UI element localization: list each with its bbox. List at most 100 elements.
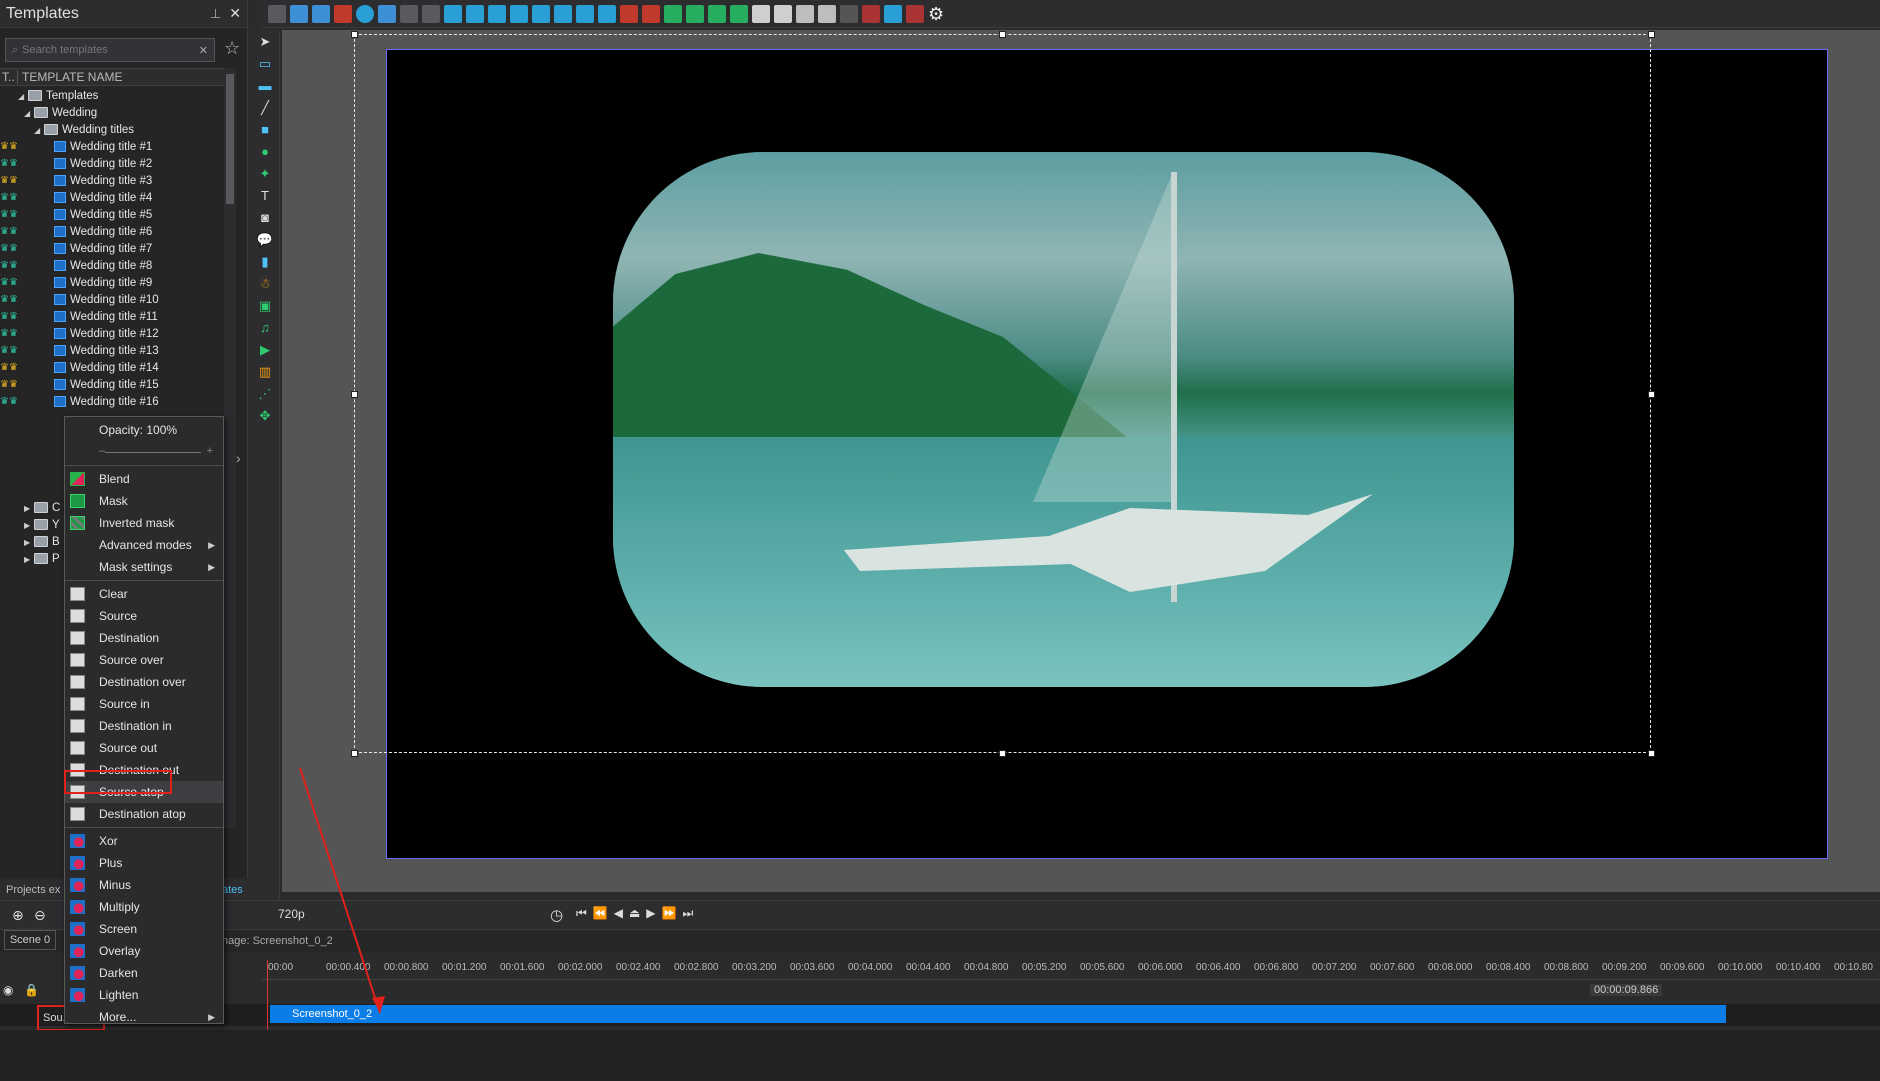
- bring-front-icon[interactable]: [708, 4, 726, 23]
- selection-box[interactable]: [354, 34, 1651, 753]
- timeline-ruler[interactable]: 00:00 00:00.400 00:00.800 00:01.200 00:01.60…: [262, 958, 1880, 980]
- close-icon[interactable]: ✕: [229, 5, 241, 22]
- menu-item-inverted-mask[interactable]: Inverted mask: [65, 512, 223, 534]
- text-tool-icon[interactable]: T: [254, 186, 276, 206]
- column-type[interactable]: T..: [0, 70, 18, 84]
- paste-icon[interactable]: [312, 4, 330, 23]
- bring-forward-icon[interactable]: [664, 4, 682, 23]
- rectangle-select-icon[interactable]: ▭: [254, 54, 276, 74]
- frame2-icon[interactable]: [818, 4, 836, 23]
- group-icon[interactable]: [752, 4, 770, 23]
- distribute-v-icon[interactable]: [598, 4, 616, 23]
- resize-handle-t[interactable]: [999, 31, 1006, 38]
- expand-icon[interactable]: ▶: [24, 517, 34, 534]
- tree-item-template[interactable]: ♛♛ Wedding title #14: [0, 360, 222, 377]
- scrollbar-thumb[interactable]: [226, 74, 234, 204]
- expand-icon[interactable]: ▶: [24, 551, 34, 568]
- menu-item-source-in[interactable]: Source in: [65, 693, 223, 715]
- speech-bubble-icon[interactable]: 💬: [254, 230, 276, 250]
- video-tool-icon[interactable]: ▶: [254, 340, 276, 360]
- timer-icon[interactable]: ◷: [550, 906, 563, 924]
- tree-item-template[interactable]: ♛♛ Wedding title #13: [0, 343, 222, 360]
- column-template-name[interactable]: TEMPLATE NAME: [18, 70, 122, 84]
- tree-item-template[interactable]: ♛♛ Wedding title #11: [0, 309, 222, 326]
- fit-icon[interactable]: [422, 4, 440, 23]
- tree-node-templates[interactable]: ◢ Templates: [0, 88, 222, 105]
- expand-icon[interactable]: ◢: [18, 88, 28, 105]
- pointer-tool-icon[interactable]: ➤: [254, 32, 276, 52]
- menu-item-mask[interactable]: Mask: [65, 490, 223, 512]
- animation-icon[interactable]: ☃: [254, 274, 276, 294]
- preview-quality-select[interactable]: 720p: [278, 907, 305, 921]
- menu-item-advanced-modes[interactable]: Advanced modes ▶: [65, 534, 223, 556]
- ellipse-tool-icon[interactable]: ●: [254, 142, 276, 162]
- undo-icon[interactable]: [378, 4, 396, 23]
- safe-area-icon[interactable]: [884, 4, 902, 23]
- copy-icon[interactable]: [290, 4, 308, 23]
- move-icon[interactable]: ✥: [254, 406, 276, 426]
- menu-item-destination-in[interactable]: Destination in: [65, 715, 223, 737]
- tree-item-template[interactable]: ♛♛ Wedding title #12: [0, 326, 222, 343]
- menu-item-screen[interactable]: Screen: [65, 918, 223, 940]
- frame-icon[interactable]: [796, 4, 814, 23]
- delete-icon[interactable]: [334, 4, 352, 23]
- pin-icon[interactable]: ⊥: [210, 6, 221, 22]
- menu-item-lighten[interactable]: Lighten: [65, 984, 223, 1006]
- stretch-icon[interactable]: [620, 4, 638, 23]
- align-top-icon[interactable]: [510, 4, 528, 23]
- fullscreen-icon[interactable]: [642, 4, 660, 23]
- favorites-star-icon[interactable]: ☆: [224, 38, 240, 59]
- menu-item-source-over[interactable]: Source over: [65, 649, 223, 671]
- resize-handle-tl[interactable]: [351, 31, 358, 38]
- circle-icon[interactable]: [356, 4, 374, 23]
- menu-item-source-out[interactable]: Source out: [65, 737, 223, 759]
- expand-icon[interactable]: ◢: [34, 122, 44, 139]
- settings-gear-icon[interactable]: ⚙: [928, 5, 946, 23]
- grid-red-icon[interactable]: [862, 4, 880, 23]
- menu-item-minus[interactable]: Minus: [65, 874, 223, 896]
- resize-handle-l[interactable]: [351, 391, 358, 398]
- tab-templates[interactable]: ates: [222, 880, 243, 900]
- polygon-tool-icon[interactable]: ✦: [254, 164, 276, 184]
- image-tool-icon[interactable]: ▣: [254, 296, 276, 316]
- tree-item-template[interactable]: ♛♛ Wedding title #16: [0, 394, 222, 411]
- search-input[interactable]: ⌕ Search templates ✕: [5, 38, 215, 62]
- align-left-icon[interactable]: [444, 4, 462, 23]
- menu-item-xor[interactable]: Xor: [65, 830, 223, 852]
- tab-image-screenshot[interactable]: nage: Screenshot_0_2: [222, 930, 333, 952]
- resize-handle-r[interactable]: [1648, 391, 1655, 398]
- timeline-clip[interactable]: Screenshot_0_2: [270, 1005, 1726, 1023]
- menu-item-destination-over[interactable]: Destination over: [65, 671, 223, 693]
- redo-icon[interactable]: [400, 4, 418, 23]
- tree-scrollbar[interactable]: [224, 68, 236, 828]
- shape-icon[interactable]: [774, 4, 792, 23]
- send-backward-icon[interactable]: [686, 4, 704, 23]
- lock-icon[interactable]: 🔒: [24, 983, 39, 997]
- cut-icon[interactable]: [268, 4, 286, 23]
- resize-handle-tr[interactable]: [1648, 31, 1655, 38]
- video-object-icon[interactable]: ▬: [254, 76, 276, 96]
- remove-icon[interactable]: ⊖: [34, 907, 46, 924]
- align-bottom-icon[interactable]: [554, 4, 572, 23]
- visibility-eye-icon[interactable]: ◉: [3, 983, 13, 997]
- tree-item-template[interactable]: ♛♛ Wedding title #4: [0, 190, 222, 207]
- resize-handle-bl[interactable]: [351, 750, 358, 757]
- expand-icon[interactable]: ▶: [24, 534, 34, 551]
- tree-item-template[interactable]: ♛♛ Wedding title #5: [0, 207, 222, 224]
- line-tool-icon[interactable]: ╱: [254, 98, 276, 118]
- menu-item-more[interactable]: More... ▶: [65, 1006, 223, 1028]
- motion-icon[interactable]: ⋰: [254, 384, 276, 404]
- tree-item-template[interactable]: ♛♛ Wedding title #3: [0, 173, 222, 190]
- align-right-icon[interactable]: [488, 4, 506, 23]
- tree-item-template[interactable]: ♛♛ Wedding title #2: [0, 156, 222, 173]
- collapse-panel-icon[interactable]: ›: [236, 450, 241, 466]
- playback-controls[interactable]: ⏮⏪◀⏏▶⏩⏭: [576, 906, 699, 921]
- tree-node-wedding-titles[interactable]: ◢ Wedding titles: [0, 122, 222, 139]
- subtitle-tool-icon[interactable]: ◙: [254, 208, 276, 228]
- add-icon[interactable]: ⊕: [12, 907, 24, 924]
- tree-item-template[interactable]: ♛♛ Wedding title #6: [0, 224, 222, 241]
- audio-tool-icon[interactable]: ♫: [254, 318, 276, 338]
- menu-item-multiply[interactable]: Multiply: [65, 896, 223, 918]
- distribute-h-icon[interactable]: [576, 4, 594, 23]
- align-center-icon[interactable]: [466, 4, 484, 23]
